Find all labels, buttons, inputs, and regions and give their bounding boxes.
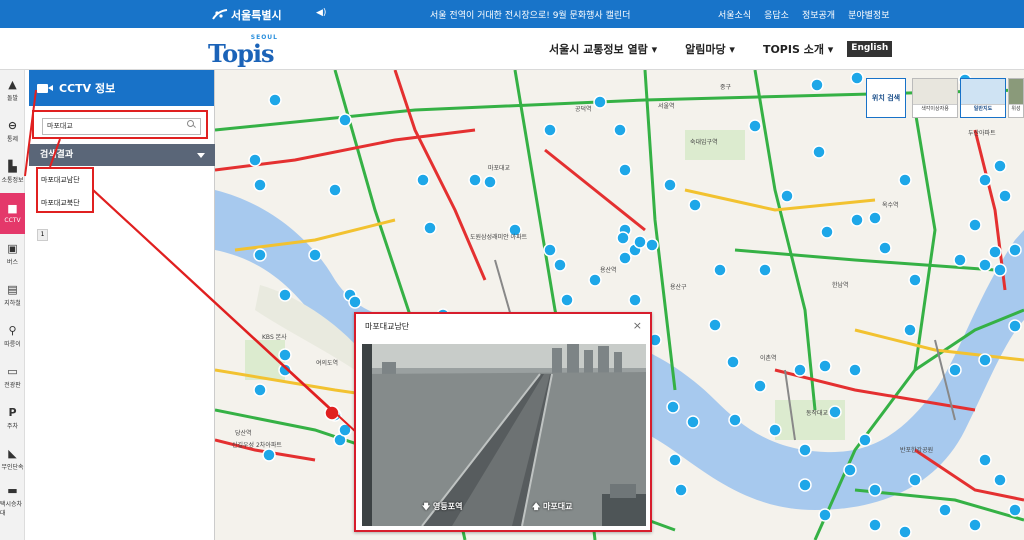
category-label: 전광판 xyxy=(4,382,21,389)
category-label: CCTV xyxy=(4,217,21,224)
category-label: 따릉이 xyxy=(4,341,21,348)
camera-scene xyxy=(362,344,646,526)
display-board-icon: ▭ xyxy=(7,365,18,378)
taxi-icon: ▬ xyxy=(7,483,18,497)
map-place-label: KBS 본사 xyxy=(262,334,287,341)
notice-text[interactable]: 서울 전역이 거대한 전시장으로! 9월 문화행사 캘린더 xyxy=(430,8,630,21)
layer-label: 일반지도 xyxy=(973,106,993,112)
cctv-video-feed[interactable]: 🡇 영등포역 🡅 마포대교 xyxy=(362,344,646,526)
selected-cctv-marker[interactable] xyxy=(324,405,340,421)
category-road[interactable]: ▙ 소통정보 xyxy=(0,152,25,193)
panel-header: CCTV 정보 xyxy=(29,70,214,106)
category-cctv[interactable]: ■ CCTV xyxy=(0,193,25,234)
results-header[interactable]: 검색결과 xyxy=(29,144,215,166)
category-label: 소통정보 xyxy=(1,177,24,184)
map-place-label: 이촌역 xyxy=(760,355,777,362)
category-bike[interactable]: ⚲ 따릉이 xyxy=(0,316,25,357)
layer-standard-button[interactable]: 일반지도 xyxy=(960,78,1006,118)
main-nav: 서울시 교통정보 열람 ▾ 알림마당 ▾ TOPIS 소개 ▾ English xyxy=(549,41,893,57)
results-highlight-box xyxy=(36,167,94,213)
speed-camera-icon: ◣ xyxy=(8,447,17,460)
brand-label: 서울특별시 xyxy=(231,9,282,22)
search-highlight-box xyxy=(32,110,208,139)
nav-item[interactable]: 서울시 교통정보 열람 ▾ xyxy=(549,41,657,57)
direction-left-label: 🡇 영등포역 xyxy=(422,502,463,511)
top-link[interactable]: 분야별정보 xyxy=(848,8,889,21)
map-place-label: 두산아파트 xyxy=(968,130,996,137)
top-link[interactable]: 서울소식 xyxy=(718,8,751,21)
bike-icon: ⚲ xyxy=(8,324,17,337)
english-button[interactable]: English xyxy=(847,41,893,57)
category-label: 지하철 xyxy=(4,300,21,307)
map-place-label: 공덕역 xyxy=(575,106,592,113)
layer-colorblind-button[interactable]: 색각이상자용 xyxy=(912,78,958,118)
layer-label: 위성 xyxy=(1011,106,1021,112)
main-header: SEOUL Topis 서울시 교통정보 열람 ▾ 알림마당 ▾ TOPIS 소개 … xyxy=(0,28,1024,70)
category-speed-camera[interactable]: ◣ 무인단속 xyxy=(0,439,25,480)
cctv-panel: CCTV 정보 검색결과 마포대교남단마포대교북단 1 xyxy=(29,70,215,540)
map-place-label: 도원삼성래미안 아파트 xyxy=(470,234,528,241)
panel-title: CCTV 정보 xyxy=(59,82,116,95)
category-label: 버스 xyxy=(6,259,19,266)
nav-item[interactable]: TOPIS 소개 ▾ xyxy=(763,41,833,57)
category-bus[interactable]: ▣ 버스 xyxy=(0,234,25,275)
map-place-label: 서울역 xyxy=(658,103,675,110)
category-alert[interactable]: ▲ 돌발 xyxy=(0,70,25,111)
category-taxi[interactable]: ▬ 택시승차대 xyxy=(0,480,25,521)
bus-icon: ▣ xyxy=(7,242,18,255)
category-parking[interactable]: P 주차 xyxy=(0,398,25,439)
map-place-label: 동작대교 xyxy=(806,410,829,417)
direction-right-label: 🡅 마포대교 xyxy=(532,502,573,511)
map-place-label: 용산구 xyxy=(670,284,687,291)
alert-icon: ▲ xyxy=(8,78,17,91)
top-link[interactable]: 응답소 xyxy=(764,8,789,21)
map-place-label: 숙대입구역 xyxy=(690,139,718,146)
top-banner: 서울특별시 ◀) 서울 전역이 거대한 전시장으로! 9월 문화행사 캘린더 서… xyxy=(0,0,1024,28)
category-subway[interactable]: ▤ 지하철 xyxy=(0,275,25,316)
seoul-logo-icon xyxy=(212,9,228,21)
page-button[interactable]: 1 xyxy=(37,229,48,241)
layer-satellite-button[interactable]: 위성 xyxy=(1008,78,1024,118)
category-bar: ▲ 돌발 ⊖ 통제 ▙ 소통정보 ■ CCTV ▣ 버스 ▤ 지하철 ⚲ 따릉이 ▭ 전광판 P 주차 ◣ 무인단속 ▬… xyxy=(0,70,25,540)
location-search-button[interactable]: 위치 검색 xyxy=(866,78,906,118)
top-links: 서울소식 응답소 정보공개 분야별정보 xyxy=(718,8,890,21)
category-display-board[interactable]: ▭ 전광판 xyxy=(0,357,25,398)
close-icon[interactable]: × xyxy=(633,319,642,332)
category-label: 돌발 xyxy=(6,95,19,102)
category-label: 주차 xyxy=(6,423,19,430)
map-place-label: 신길우성 2차아파트 xyxy=(232,442,282,449)
popup-title: 마포대교남단 xyxy=(365,322,410,331)
cctv-popup: 마포대교남단 × 🡇 영등포역 🡅 마포대교 xyxy=(354,312,652,532)
chevron-down-icon xyxy=(197,153,205,158)
category-label: 무인단속 xyxy=(1,464,24,471)
layer-label: 색각이상자용 xyxy=(921,106,949,112)
nav-item[interactable]: 알림마당 ▾ xyxy=(685,41,735,57)
parking-icon: P xyxy=(8,406,17,419)
map-place-label: 한남역 xyxy=(832,282,849,289)
road-icon: ▙ xyxy=(8,160,17,173)
no-entry-icon: ⊖ xyxy=(7,119,18,132)
top-link[interactable]: 정보공개 xyxy=(802,8,835,21)
category-no-entry[interactable]: ⊖ 통제 xyxy=(0,111,25,152)
map-place-label: 당산역 xyxy=(235,430,252,437)
map-place-label: 여의도역 xyxy=(316,360,339,367)
logo-topis-text: Topis xyxy=(208,39,275,68)
video-camera-icon xyxy=(37,83,53,94)
category-label: 통제 xyxy=(6,136,19,143)
category-label: 택시승차대 xyxy=(0,500,23,517)
seoul-brand[interactable]: 서울특별시 xyxy=(212,7,282,23)
map-place-label: 용산역 xyxy=(600,267,617,274)
speaker-icon[interactable]: ◀) xyxy=(316,8,326,18)
subway-icon: ▤ xyxy=(7,283,18,296)
map-place-label: 마포대교 xyxy=(488,165,511,172)
map-place-label: 반포한강공원 xyxy=(900,447,934,454)
map-place-label: 옥수역 xyxy=(882,202,899,209)
map-place-label: 중구 xyxy=(720,84,732,91)
topis-logo[interactable]: SEOUL Topis xyxy=(208,34,280,68)
cctv-icon: ■ xyxy=(7,202,18,215)
results-header-label: 검색결과 xyxy=(40,150,74,160)
